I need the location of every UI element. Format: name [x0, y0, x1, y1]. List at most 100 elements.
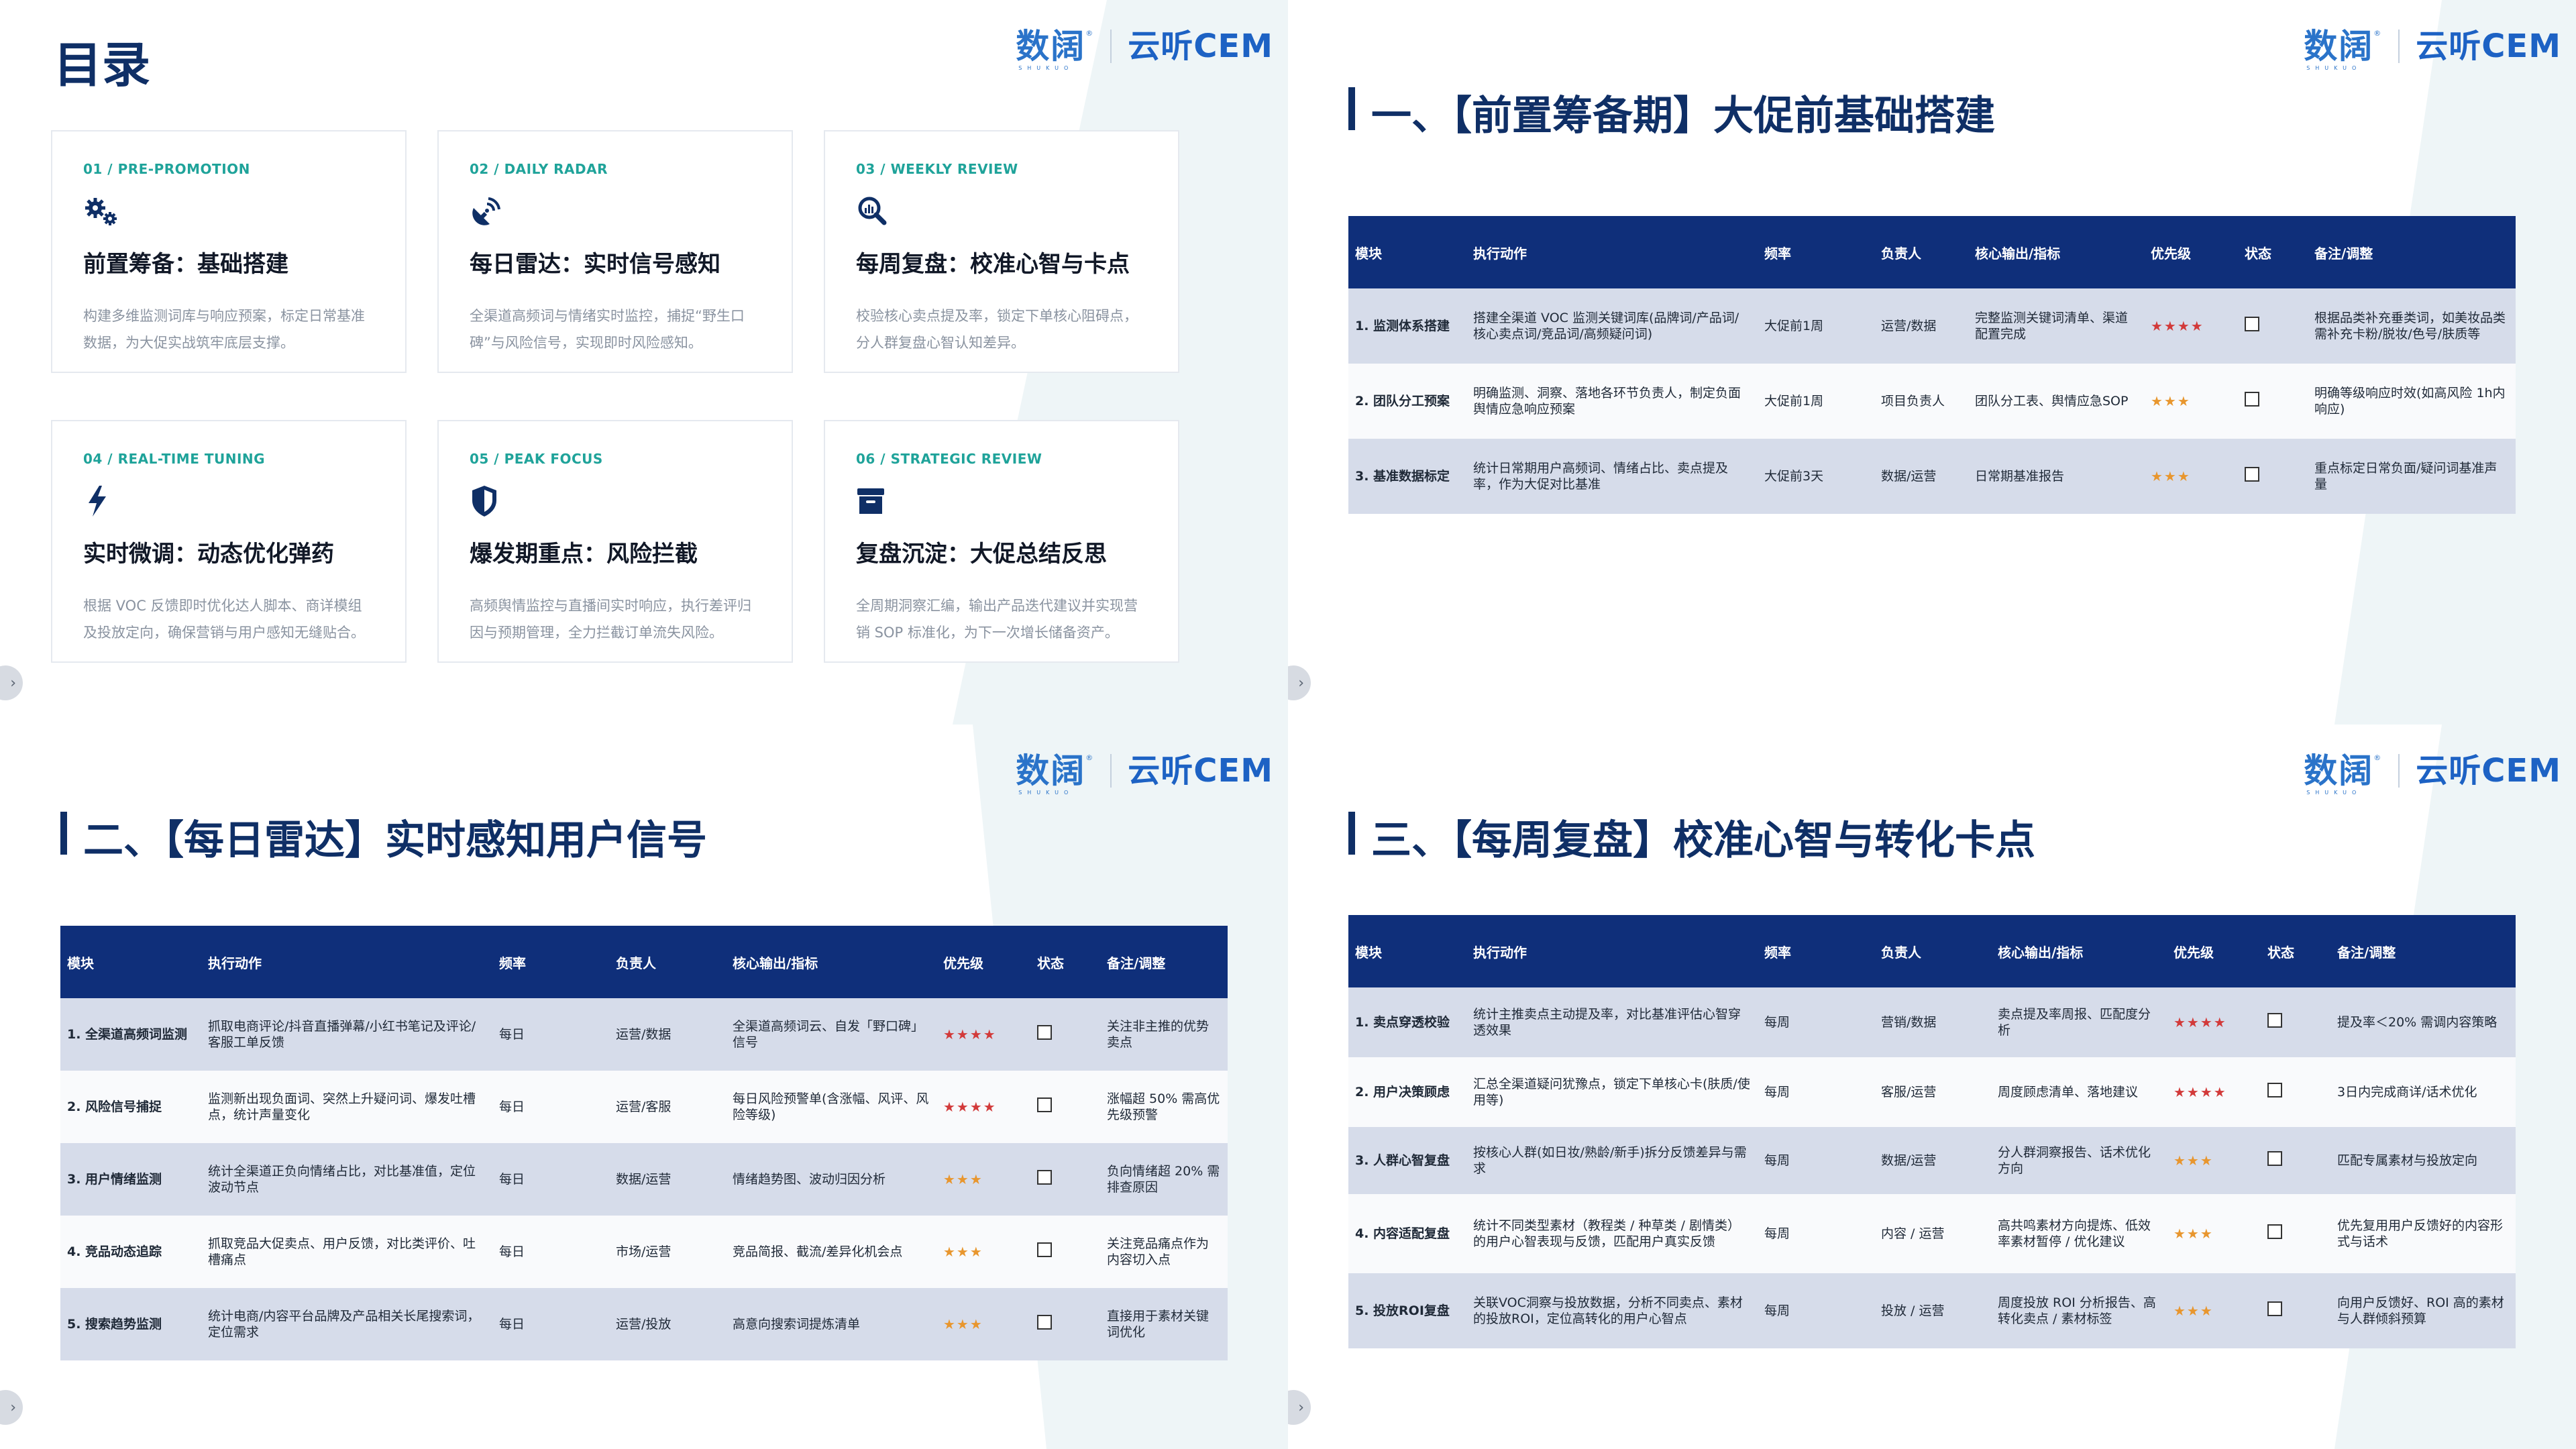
status-checkbox[interactable]	[2267, 1224, 2282, 1239]
logo-shukuo: 数阔® SHUKUO	[2304, 27, 2383, 71]
status-checkbox[interactable]	[1037, 1315, 1052, 1330]
header-priority: 优先级	[2144, 216, 2238, 288]
card-title: 实时微调：动态优化弹药	[83, 541, 334, 568]
chevron-right-icon: ›	[10, 674, 16, 692]
toc-card-5[interactable]: 05 / PEAK FOCUS 爆发期重点：风险拦截 高频舆情监控与直播间实时响…	[437, 420, 793, 663]
status-checkbox[interactable]	[1037, 1097, 1052, 1112]
cell-owner: 客服/运营	[1874, 1057, 1991, 1127]
status-checkbox[interactable]	[1037, 1170, 1052, 1185]
cell-module: 5. 搜索趋势监测	[60, 1288, 201, 1360]
archive-box-icon	[857, 488, 884, 514]
card-description: 根据 VOC 反馈即时优化达人脚本、商详模组及投放定向，确保营销与用户感知无缝贴…	[83, 598, 365, 641]
cell-action: 统计不同类型素材（教程类 / 种草类 / 剧情类）的用户心智表现与反馈，匹配用户…	[1466, 1194, 1758, 1273]
status-checkbox[interactable]	[2245, 317, 2259, 331]
next-arrow-button[interactable]: ›	[0, 1390, 23, 1425]
header-status: 状态	[2261, 915, 2330, 987]
task-table-3: 模块 执行动作 频率 负责人 核心输出/指标 优先级 状态 备注/调整 1. 卖…	[1348, 915, 2516, 1348]
header-owner: 负责人	[609, 926, 726, 998]
toc-card-6[interactable]: 06 / STRATEGIC REVIEW 复盘沉淀：大促总结反思 全周期洞察汇…	[824, 420, 1179, 663]
next-arrow-button[interactable]: ›	[0, 665, 23, 700]
logo-cem: 云听CEM	[1128, 752, 1273, 790]
cell-owner: 数据/运营	[1874, 439, 1968, 514]
cell-frequency: 大促前1周	[1758, 288, 1874, 364]
chevron-right-icon: ›	[10, 1399, 16, 1416]
toc-card-1[interactable]: 01 / PRE-PROMOTION 前置筹备：基础搭建 构建多维监测词库与响应…	[51, 130, 407, 373]
logo-divider	[2398, 30, 2400, 63]
priority-stars: ★★★★	[2151, 317, 2204, 334]
status-checkbox[interactable]	[2245, 392, 2259, 407]
next-arrow-button[interactable]: ›	[1288, 665, 1311, 700]
cell-note: 涨幅超 50% 需高优先级预警	[1100, 1071, 1228, 1143]
cell-module: 5. 投放ROI复盘	[1348, 1273, 1466, 1348]
status-checkbox[interactable]	[2267, 1301, 2282, 1316]
priority-stars: ★★★	[2174, 1152, 2214, 1169]
toc-card-4[interactable]: 04 / REAL-TIME TUNING 实时微调：动态优化弹药 根据 VOC…	[51, 420, 407, 663]
cell-output: 每日风险预警单(含涨幅、风评、风险等级)	[726, 1071, 936, 1143]
slide-section-3: 数阔® SHUKUO 云听CEM 三、【每周复盘】校准心智与转化卡点 模块 执行动…	[1288, 724, 2576, 1449]
logo: 数阔® SHUKUO 云听CEM	[2304, 27, 2561, 71]
cell-module: 2. 用户决策顾虑	[1348, 1057, 1466, 1127]
cell-note: 直接用于素材关键词优化	[1100, 1288, 1228, 1360]
card-title: 复盘沉淀：大促总结反思	[856, 541, 1107, 568]
priority-stars: ★★★	[2151, 392, 2191, 409]
cell-frequency: 每周	[1758, 1194, 1874, 1273]
card-description: 全渠道高频词与情绪实时监控，捕捉“野生口碑”与风险信号，实现即时风险感知。	[470, 308, 745, 351]
status-checkbox[interactable]	[2245, 467, 2259, 482]
cell-note: 重点标定日常负面/疑问词基准声量	[2308, 439, 2516, 514]
page-title: 目录	[54, 37, 151, 93]
header-frequency: 频率	[1758, 216, 1874, 288]
toc-card-3[interactable]: 03 / WEEKLY REVIEW 每周复盘：校准心智与卡点 校验核心卖点提及…	[824, 130, 1179, 373]
cell-action: 统计电商/内容平台品牌及产品相关长尾搜索词，定位需求	[201, 1288, 492, 1360]
header-module: 模块	[1348, 915, 1466, 987]
cell-note: 关注非主推的优势卖点	[1100, 998, 1228, 1071]
table-row: 1. 全渠道高频词监测 抓取电商评论/抖音直播弹幕/小红书笔记及评论/客服工单反…	[60, 998, 1228, 1071]
cell-frequency: 每周	[1758, 1273, 1874, 1348]
status-checkbox[interactable]	[1037, 1242, 1052, 1257]
cell-frequency: 每周	[1758, 1127, 1874, 1194]
header-priority: 优先级	[936, 926, 1030, 998]
card-tag: 04 / REAL-TIME TUNING	[83, 451, 266, 467]
cell-frequency: 每日	[492, 1143, 609, 1216]
cell-output: 情绪趋势图、波动归因分析	[726, 1143, 936, 1216]
cell-owner: 运营/投放	[609, 1288, 726, 1360]
cell-module: 1. 监测体系搭建	[1348, 288, 1466, 364]
card-title: 前置筹备：基础搭建	[83, 251, 288, 278]
cell-owner: 运营/数据	[1874, 288, 1968, 364]
cell-output: 周度顾虑清单、落地建议	[1991, 1057, 2167, 1127]
cell-owner: 项目负责人	[1874, 364, 1968, 439]
cell-owner: 数据/运营	[1874, 1127, 1991, 1194]
priority-stars: ★★★	[2174, 1302, 2214, 1319]
lightning-icon	[89, 486, 106, 517]
cell-frequency: 每日	[492, 1216, 609, 1288]
cell-note: 负向情绪超 20% 需排查原因	[1100, 1143, 1228, 1216]
task-table-2: 模块 执行动作 频率 负责人 核心输出/指标 优先级 状态 备注/调整 1. 全…	[60, 926, 1228, 1360]
cell-action: 汇总全渠道疑问犹豫点，锁定下单核心卡(肤质/使用等)	[1466, 1057, 1758, 1127]
table-row: 5. 搜索趋势监测 统计电商/内容平台品牌及产品相关长尾搜索词，定位需求 每日 …	[60, 1288, 1228, 1360]
table-header-row: 模块 执行动作 频率 负责人 核心输出/指标 优先级 状态 备注/调整	[60, 926, 1228, 998]
cell-action: 监测新出现负面词、突然上升疑问词、爆发吐槽点，统计声量变化	[201, 1071, 492, 1143]
toc-card-2[interactable]: 02 / DAILY RADAR 每日雷达：实时信号感知 全渠道高频词与情绪实时…	[437, 130, 793, 373]
slide-section-1: 数阔® SHUKUO 云听CEM 一、【前置筹备期】大促前基础搭建 模块 执行动作…	[1288, 0, 2576, 724]
cell-module: 4. 内容适配复盘	[1348, 1194, 1466, 1273]
cell-frequency: 每日	[492, 1288, 609, 1360]
gears-icon	[85, 198, 117, 225]
header-note: 备注/调整	[1100, 926, 1228, 998]
cell-action: 抓取竞品大促卖点、用户反馈，对比类评价、吐槽痛点	[201, 1216, 492, 1288]
status-checkbox[interactable]	[2267, 1083, 2282, 1097]
next-arrow-button[interactable]: ›	[1288, 1390, 1311, 1425]
priority-stars: ★★★	[943, 1243, 983, 1260]
cell-module: 1. 卖点穿透校验	[1348, 987, 1466, 1057]
status-checkbox[interactable]	[1037, 1025, 1052, 1040]
logo: 数阔® SHUKUO 云听CEM	[1016, 28, 1273, 71]
cell-note: 向用户反馈好、ROI 高的素材与人群倾斜预算	[2330, 1273, 2516, 1348]
header-action: 执行动作	[1466, 915, 1758, 987]
cell-note: 匹配专属素材与投放定向	[2330, 1127, 2516, 1194]
logo-cem: 云听CEM	[1128, 28, 1273, 65]
header-status: 状态	[2238, 216, 2308, 288]
cell-owner: 内容 / 运营	[1874, 1194, 1991, 1273]
status-checkbox[interactable]	[2267, 1013, 2282, 1028]
chevron-right-icon: ›	[1298, 674, 1304, 692]
cell-owner: 营销/数据	[1874, 987, 1991, 1057]
status-checkbox[interactable]	[2267, 1151, 2282, 1166]
cell-owner: 投放 / 运营	[1874, 1273, 1991, 1348]
